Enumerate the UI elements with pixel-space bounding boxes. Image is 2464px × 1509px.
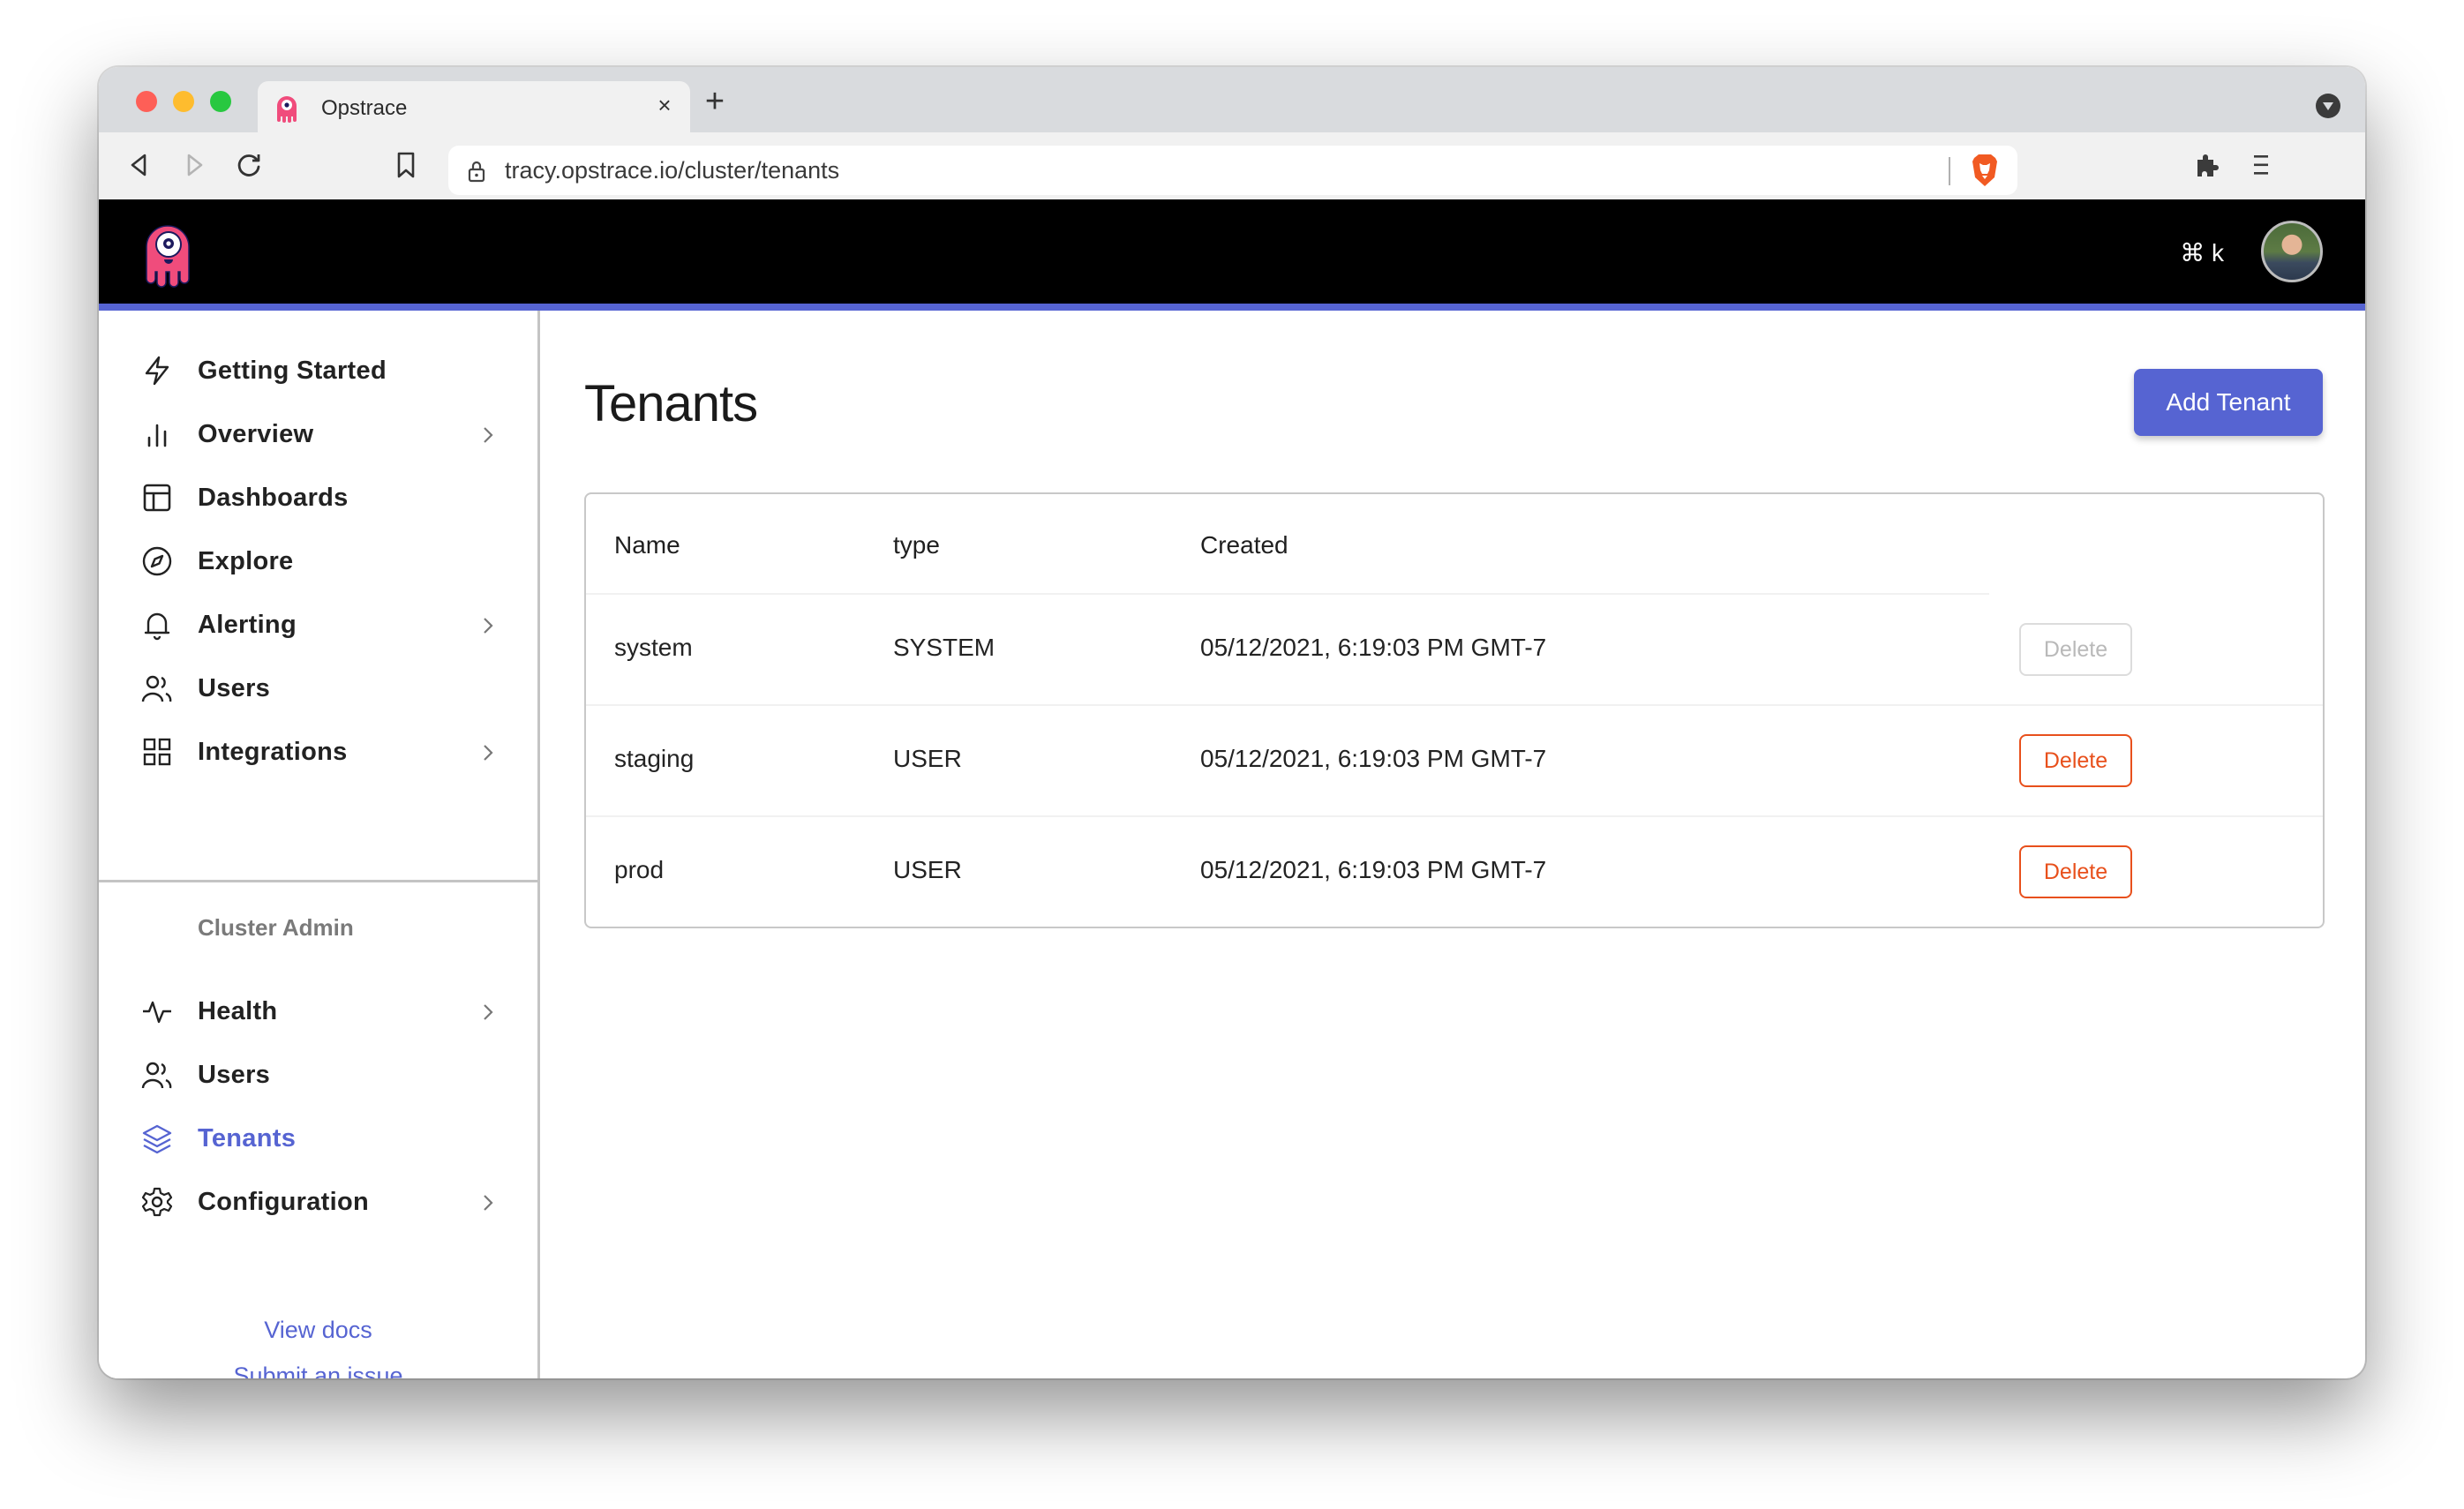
- close-window-button[interactable]: [136, 91, 157, 112]
- sidebar-item-label: Overview: [198, 420, 314, 448]
- chevron-right-icon: [484, 1195, 493, 1211]
- browser-window: Opstrace × + tracy.opstrace.io/cluster/t…: [99, 67, 2365, 1378]
- tenant-name: prod: [614, 856, 665, 883]
- tenant-name: staging: [614, 745, 695, 772]
- address-bar[interactable]: tracy.opstrace.io/cluster/tenants: [448, 146, 2017, 195]
- sidebar-item-label: Integrations: [198, 738, 348, 766]
- sidebar-item-overview[interactable]: Overview: [99, 408, 537, 461]
- brave-shield-icon[interactable]: [1970, 153, 2000, 188]
- chevron-right-icon: [484, 1004, 493, 1020]
- tenant-created: 05/12/2021, 6:19:03 PM GMT-7: [1200, 856, 1547, 883]
- column-header-type: type: [893, 531, 940, 559]
- browser-tab[interactable]: Opstrace ×: [258, 81, 690, 132]
- sidebar-item-label: Dashboards: [198, 484, 349, 512]
- chevron-right-icon: [484, 427, 493, 443]
- sidebar-item-label: Tenants: [198, 1124, 297, 1152]
- sidebar-item-label: Alerting: [198, 611, 297, 639]
- grid-icon: [143, 738, 171, 766]
- activity-icon: [143, 1001, 171, 1024]
- users-icon: [141, 1062, 172, 1089]
- lightning-icon: [145, 356, 169, 386]
- app-header: ⌘ k: [99, 199, 2365, 304]
- header-accent-bar: [99, 304, 2365, 311]
- sidebar-item-configuration[interactable]: Configuration: [99, 1175, 537, 1228]
- sidebar-item-label: Health: [198, 997, 278, 1025]
- user-avatar[interactable]: [2261, 221, 2323, 282]
- layers-icon: [142, 1124, 172, 1154]
- chevron-right-icon: [484, 745, 493, 761]
- sidebar-item-tenants[interactable]: Tenants: [99, 1112, 537, 1165]
- forward-icon[interactable]: [178, 149, 210, 181]
- command-palette-shortcut[interactable]: ⌘ k: [2180, 238, 2224, 267]
- sidebar-item-health[interactable]: Health: [99, 985, 537, 1038]
- sidebar-item-users[interactable]: Users: [99, 662, 537, 715]
- tab-close-icon[interactable]: ×: [651, 92, 678, 118]
- gear-icon: [141, 1187, 173, 1217]
- table-row: system SYSTEM 05/12/2021, 6:19:03 PM GMT…: [586, 595, 2323, 706]
- sidebar-item-alerting[interactable]: Alerting: [99, 598, 537, 651]
- add-tenant-button[interactable]: Add Tenant: [2134, 369, 2323, 436]
- tenant-type: SYSTEM: [893, 634, 995, 661]
- tenant-created: 05/12/2021, 6:19:03 PM GMT-7: [1200, 745, 1547, 772]
- section-label-cluster-admin: Cluster Admin: [198, 914, 354, 941]
- sidebar-item-getting-started[interactable]: Getting Started: [99, 344, 537, 397]
- sidebar-item-cluster-users[interactable]: Users: [99, 1048, 537, 1101]
- new-tab-button[interactable]: +: [699, 85, 731, 118]
- layout-icon: [143, 484, 171, 512]
- sidebar-item-label: Users: [198, 1061, 271, 1089]
- bell-icon: [144, 612, 170, 641]
- delete-button[interactable]: Delete: [2019, 734, 2132, 787]
- table-row: prod USER 05/12/2021, 6:19:03 PM GMT-7 D…: [586, 817, 2323, 928]
- tenant-type: USER: [893, 745, 962, 772]
- tab-strip: Opstrace × +: [99, 67, 2365, 132]
- bookmark-icon[interactable]: [390, 149, 422, 181]
- compass-icon: [142, 546, 172, 576]
- url-separator: [1949, 157, 1950, 185]
- url-text[interactable]: tracy.opstrace.io/cluster/tenants: [505, 157, 839, 184]
- sidebar-item-label: Getting Started: [198, 357, 387, 385]
- sidebar-item-dashboards[interactable]: Dashboards: [99, 471, 537, 524]
- table-row: staging USER 05/12/2021, 6:19:03 PM GMT-…: [586, 706, 2323, 817]
- delete-button[interactable]: Delete: [2019, 845, 2132, 898]
- sidebar-item-label: Users: [198, 674, 271, 702]
- minimize-window-button[interactable]: [173, 91, 194, 112]
- browser-toolbar: tracy.opstrace.io/cluster/tenants: [99, 132, 2365, 199]
- bar-chart-icon: [147, 424, 167, 447]
- users-icon: [141, 675, 172, 702]
- tenant-created: 05/12/2021, 6:19:03 PM GMT-7: [1200, 634, 1547, 661]
- sidebar-item-explore[interactable]: Explore: [99, 535, 537, 588]
- opstrace-favicon-icon: [277, 96, 297, 123]
- sidebar-item-label: Configuration: [198, 1188, 369, 1216]
- tab-title: Opstrace: [321, 96, 408, 120]
- lock-icon[interactable]: [466, 160, 487, 183]
- sidebar-divider: [99, 880, 537, 882]
- maximize-window-button[interactable]: [210, 91, 231, 112]
- chevron-right-icon: [484, 618, 493, 634]
- page-title: Tenants: [584, 375, 758, 432]
- sidebar: Getting Started Overview Dashboards Expl…: [99, 311, 540, 1378]
- opstrace-logo-icon[interactable]: [141, 221, 194, 288]
- view-docs-link[interactable]: View docs: [99, 1317, 537, 1344]
- menu-icon[interactable]: [2245, 149, 2277, 181]
- column-header-created: Created: [1200, 531, 1288, 559]
- back-icon[interactable]: [124, 149, 155, 181]
- reload-icon[interactable]: [233, 149, 265, 181]
- extensions-icon[interactable]: [2190, 149, 2222, 181]
- column-header-name: Name: [614, 531, 680, 559]
- sidebar-item-label: Explore: [198, 547, 294, 575]
- tenant-name: system: [614, 634, 693, 661]
- delete-button: Delete: [2019, 623, 2132, 676]
- tab-search-icon[interactable]: [2316, 94, 2340, 118]
- tenants-table: Name type Created system SYSTEM 05/12/20…: [584, 492, 2325, 928]
- submit-issue-link[interactable]: Submit an issue: [99, 1363, 537, 1378]
- tenant-type: USER: [893, 856, 962, 883]
- sidebar-item-integrations[interactable]: Integrations: [99, 725, 537, 778]
